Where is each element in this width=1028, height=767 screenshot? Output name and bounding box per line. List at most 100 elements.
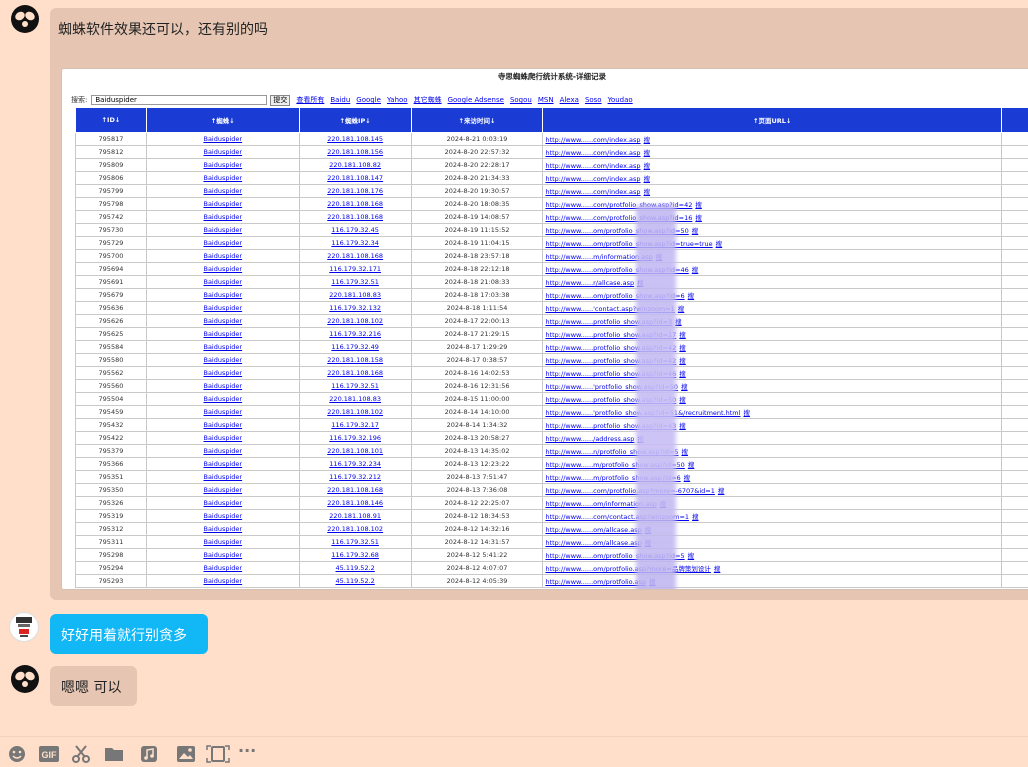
spider-link[interactable]: Baiduspider [203,538,242,546]
spider-link[interactable]: Baiduspider [203,161,242,169]
spider-link[interactable]: Baiduspider [203,265,242,273]
spider-link[interactable]: Baiduspider [203,486,242,494]
ip-link[interactable]: 220.181.108.83 [329,291,381,299]
search-action-link[interactable]: 搜 [679,396,686,404]
column-header-ip[interactable]: ↑蜘蛛IP↓ [299,108,411,133]
page-url-link[interactable]: http://www......com/index.asp [545,175,640,183]
ip-link[interactable]: 116.179.32.132 [329,304,381,312]
engine-link[interactable]: Youdao [608,96,633,104]
engine-link[interactable]: Sogou [510,96,532,104]
spider-link[interactable]: Baiduspider [203,148,242,156]
ip-link[interactable]: 116.179.32.212 [329,473,381,481]
page-url-link[interactable]: http://www......com/index.asp [545,162,640,170]
spider-link[interactable]: Baiduspider [203,239,242,247]
ip-link[interactable]: 220.181.108.145 [327,135,383,143]
ip-link[interactable]: 220.181.108.168 [327,200,383,208]
search-input[interactable] [91,95,267,105]
spider-link[interactable]: Baiduspider [203,564,242,572]
ip-link[interactable]: 116.179.32.17 [331,421,379,429]
ip-link[interactable]: 116.179.32.51 [331,382,379,390]
ip-link[interactable]: 220.181.108.91 [329,512,381,520]
ip-link[interactable]: 116.179.32.51 [331,538,379,546]
search-action-link[interactable]: 搜 [644,162,651,170]
ip-link[interactable]: 220.181.108.146 [327,499,383,507]
ip-link[interactable]: 220.181.108.156 [327,148,383,156]
spider-link[interactable]: Baiduspider [203,382,242,390]
spider-link[interactable]: Baiduspider [203,317,242,325]
page-url-link[interactable]: http://www......com/index.asp [545,149,640,157]
message-bubble[interactable]: 好好用着就行别贪多 [50,614,208,654]
avatar[interactable] [10,4,40,34]
spider-link[interactable]: Baiduspider [203,525,242,533]
spider-link[interactable]: Baiduspider [203,499,242,507]
more-icon[interactable]: ··· [238,745,256,761]
spider-link[interactable]: Baiduspider [203,226,242,234]
spider-link[interactable]: Baiduspider [203,447,242,455]
ip-link[interactable]: 116.179.32.51 [331,278,379,286]
image-icon[interactable] [176,745,196,761]
page-url-link[interactable]: http://www....../address.asp [545,435,634,443]
ip-link[interactable]: 116.179.32.234 [329,460,381,468]
ip-link[interactable]: 220.181.108.83 [329,395,381,403]
gif-icon[interactable]: GIF [38,745,60,761]
spider-link[interactable]: Baiduspider [203,213,242,221]
spider-link[interactable]: Baiduspider [203,343,242,351]
search-action-link[interactable]: 搜 [679,331,686,339]
search-action-link[interactable]: 搜 [679,370,686,378]
search-action-link[interactable]: 搜 [692,513,699,521]
search-action-link[interactable]: 搜 [716,240,723,248]
search-action-link[interactable]: 搜 [692,266,699,274]
screenshot-image[interactable]: 寺思蜘蛛爬行统计系统-详细记录 搜索: 提交 查看所有BaiduGoogleYa… [62,69,1028,589]
search-action-link[interactable]: 搜 [681,448,688,456]
search-action-link[interactable]: 搜 [644,188,651,196]
spider-link[interactable]: Baiduspider [203,135,242,143]
ip-link[interactable]: 220.181.108.176 [327,187,383,195]
search-action-link[interactable]: 搜 [695,201,702,209]
engine-link[interactable]: Google Adsense [448,96,504,104]
spider-link[interactable]: Baiduspider [203,395,242,403]
page-url-link[interactable]: http://www......r/allcase.asp [545,279,634,287]
engine-link[interactable]: 其它蜘蛛 [414,96,442,104]
avatar[interactable] [9,612,39,642]
ip-link[interactable]: 220.181.108.82 [329,161,381,169]
search-action-link[interactable]: 搜 [681,383,688,391]
ip-link[interactable]: 220.181.108.102 [327,408,383,416]
screen-record-icon[interactable] [206,745,230,761]
spider-link[interactable]: Baiduspider [203,278,242,286]
search-action-link[interactable]: 搜 [688,292,695,300]
column-header-time[interactable]: ↑来访时间↓ [411,108,543,133]
engine-link[interactable]: Baidu [330,96,350,104]
ip-link[interactable]: 220.181.108.102 [327,317,383,325]
engine-link[interactable]: Soso [585,96,602,104]
search-action-link[interactable]: 搜 [684,474,691,482]
page-url-link[interactable]: http://www......om/allcase.asp [545,539,641,547]
ip-link[interactable]: 116.179.32.49 [331,343,379,351]
column-header-spider[interactable]: ↑蜘蛛↓ [146,108,299,133]
ip-link[interactable]: 220.181.108.168 [327,486,383,494]
search-action-link[interactable]: 搜 [678,305,685,313]
engine-link[interactable]: MSN [538,96,554,104]
page-url-link[interactable]: http://www......om/protfolio.asp [545,578,646,586]
search-action-link[interactable]: 搜 [679,344,686,352]
ip-link[interactable]: 220.181.108.102 [327,525,383,533]
spider-link[interactable]: Baiduspider [203,174,242,182]
folder-icon[interactable] [104,745,124,761]
ip-link[interactable]: 220.181.108.168 [327,369,383,377]
page-url-link[interactable]: http://www......com/index.asp [545,188,640,196]
emoji-icon[interactable] [8,745,26,761]
ip-link[interactable]: 45.119.52.2 [336,564,375,572]
search-action-link[interactable]: 搜 [679,357,686,365]
spider-link[interactable]: Baiduspider [203,460,242,468]
music-icon[interactable] [140,745,158,761]
search-action-link[interactable]: 搜 [675,318,682,326]
page-url-link[interactable]: http://www......com/protfolio.asp?more=-… [545,487,714,495]
engine-link[interactable]: Google [356,96,381,104]
message-bubble[interactable]: 嗯嗯 可以 [50,666,137,706]
ip-link[interactable]: 116.179.32.34 [331,239,379,247]
page-url-link[interactable]: http://www......om/protfolio_show.asp?id… [545,240,712,248]
spider-link[interactable]: Baiduspider [203,577,242,585]
spider-link[interactable]: Baiduspider [203,200,242,208]
search-action-link[interactable]: 搜 [743,409,750,417]
ip-link[interactable]: 220.181.108.158 [327,356,383,364]
spider-link[interactable]: Baiduspider [203,291,242,299]
